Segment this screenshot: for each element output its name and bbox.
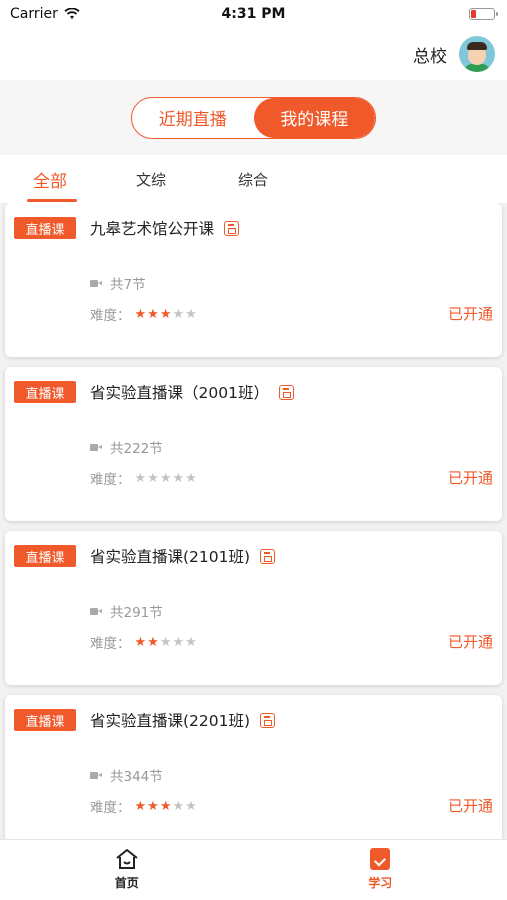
segment-bar: 近期直播 我的课程: [0, 80, 507, 155]
clock: 4:31 PM: [221, 6, 286, 22]
lesson-count: 共222节: [90, 437, 163, 457]
difficulty-label: 难度：: [90, 636, 131, 652]
segmented-control: 近期直播 我的课程: [131, 96, 376, 139]
video-icon: [90, 771, 102, 780]
difficulty-rating: 难度： ★ ★ ★ ★ ★: [90, 468, 198, 489]
difficulty-rating: 难度： ★ ★ ★ ★ ★: [90, 304, 198, 325]
difficulty-label: 难度：: [90, 308, 131, 324]
tab-home[interactable]: 首页: [0, 840, 254, 900]
star-empty-icon: ★: [185, 634, 198, 650]
star-empty-icon: ★: [159, 634, 173, 650]
campus-selector[interactable]: 总校: [413, 42, 447, 67]
star-filled-icon: ★: [147, 798, 160, 814]
live-badge: 直播课: [14, 217, 76, 239]
star-empty-icon: ★: [159, 470, 173, 486]
course-title: 九皋艺术馆公开课: [90, 217, 240, 239]
star-filled-icon: ★: [134, 798, 148, 814]
lesson-count-text: 共222节: [110, 441, 163, 457]
star-empty-icon: ★: [185, 306, 198, 322]
tab-general[interactable]: 综合: [238, 169, 268, 190]
status-label: 已开通: [447, 469, 493, 487]
star-empty-icon: ★: [147, 470, 160, 486]
course-card[interactable]: 直播课 九皋艺术馆公开课 共7节 难度： ★ ★ ★ ★ ★ 已开通: [5, 203, 502, 357]
video-icon: [90, 279, 102, 288]
star-filled-icon: ★: [134, 634, 148, 650]
certificate-icon: [260, 712, 276, 728]
lesson-count-text: 共7节: [110, 277, 146, 293]
status-label: 已开通: [447, 305, 493, 323]
status-label: 已开通: [447, 633, 493, 651]
segment-my-courses[interactable]: 我的课程: [253, 97, 375, 138]
lesson-count-text: 共344节: [110, 769, 163, 785]
lesson-count: 共7节: [90, 273, 146, 293]
star-filled-icon: ★: [134, 306, 148, 322]
star-empty-icon: ★: [172, 306, 186, 322]
star-filled-icon: ★: [159, 306, 173, 322]
course-title: 省实验直播课(2101班): [90, 545, 276, 567]
difficulty-rating: 难度： ★ ★ ★ ★ ★: [90, 632, 198, 653]
star-empty-icon: ★: [172, 634, 186, 650]
video-icon: [90, 607, 102, 616]
tab-liberal-arts[interactable]: 文综: [136, 169, 166, 190]
star-filled-icon: ★: [147, 634, 160, 650]
tab-study-label: 学习: [368, 876, 393, 890]
avatar[interactable]: [459, 36, 495, 72]
course-card[interactable]: 直播课 省实验直播课(2201班) 共344节 难度： ★ ★ ★ ★ ★ 已开通: [5, 695, 502, 839]
certificate-icon: [224, 220, 240, 236]
status-label: 已开通: [447, 797, 493, 815]
difficulty-label: 难度：: [90, 800, 131, 816]
tab-all[interactable]: 全部: [33, 167, 67, 192]
star-filled-icon: ★: [159, 798, 173, 814]
course-title: 省实验直播课（2001班）: [90, 381, 294, 403]
tab-home-label: 首页: [114, 876, 139, 890]
course-title-text: 省实验直播课(2101班): [90, 548, 251, 566]
course-title-text: 省实验直播课（2001班）: [90, 384, 269, 402]
tab-bar: 首页 学习: [0, 839, 507, 900]
status-bar: Carrier 4:31 PM: [0, 0, 507, 28]
course-card[interactable]: 直播课 省实验直播课(2101班) 共291节 难度： ★ ★ ★ ★ ★ 已开通: [5, 531, 502, 685]
study-icon: [370, 848, 391, 870]
star-empty-icon: ★: [185, 798, 198, 814]
live-badge: 直播课: [14, 545, 76, 567]
course-title-text: 省实验直播课(2201班): [90, 712, 251, 730]
live-badge: 直播课: [14, 381, 76, 403]
header: 总校: [0, 28, 507, 80]
home-icon: [116, 849, 138, 869]
star-rating: ★ ★ ★ ★ ★: [135, 635, 198, 650]
battery-icon: [469, 8, 498, 20]
lesson-count-text: 共291节: [110, 605, 163, 621]
difficulty-label: 难度：: [90, 472, 131, 488]
star-empty-icon: ★: [134, 470, 148, 486]
star-rating: ★ ★ ★ ★ ★: [135, 307, 198, 322]
category-tabs: 全部 文综 综合: [0, 155, 507, 203]
tab-underline: [27, 199, 77, 202]
certificate-icon: [260, 548, 276, 564]
lesson-count: 共291节: [90, 601, 163, 621]
star-empty-icon: ★: [185, 470, 198, 486]
star-empty-icon: ★: [172, 470, 186, 486]
course-title-text: 九皋艺术馆公开课: [90, 220, 215, 238]
lesson-count: 共344节: [90, 765, 163, 785]
certificate-icon: [278, 384, 294, 400]
live-badge: 直播课: [14, 709, 76, 731]
course-card[interactable]: 直播课 省实验直播课（2001班） 共222节 难度： ★ ★ ★ ★ ★ 已开通: [5, 367, 502, 521]
star-rating: ★ ★ ★ ★ ★: [135, 799, 198, 814]
course-title: 省实验直播课(2201班): [90, 709, 276, 731]
tab-study[interactable]: 学习: [254, 840, 507, 900]
star-empty-icon: ★: [172, 798, 186, 814]
segment-recent-live[interactable]: 近期直播: [132, 98, 254, 138]
course-list: 直播课 九皋艺术馆公开课 共7节 难度： ★ ★ ★ ★ ★ 已开通 直播课 省实验直播…: [0, 203, 507, 839]
star-rating: ★ ★ ★ ★ ★: [135, 471, 198, 486]
video-icon: [90, 443, 102, 452]
difficulty-rating: 难度： ★ ★ ★ ★ ★: [90, 796, 198, 817]
star-filled-icon: ★: [147, 306, 160, 322]
